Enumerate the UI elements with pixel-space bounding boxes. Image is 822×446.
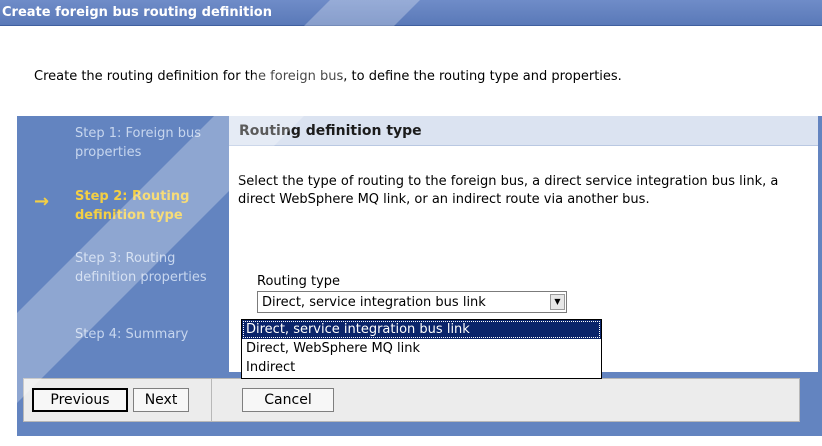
option-direct-mq-link[interactable]: Direct, WebSphere MQ link [242,339,601,358]
section-title: Routing definition type [229,116,818,146]
section-description: Select the type of routing to the foreig… [238,174,779,207]
window-title: Create foreign bus routing definition [0,0,822,26]
option-direct-sib-link[interactable]: Direct, service integration bus link [242,320,601,339]
previous-button[interactable]: Previous [32,388,128,412]
steps-nav: → Step 1: Foreign bus properties Step 2:… [17,116,229,372]
routing-type-dropdown-list: Direct, service integration bus link Dir… [241,319,602,379]
routing-type-label: Routing type [257,274,341,289]
step-3: Step 3: Routing definition properties [75,251,207,285]
wizard-panel: → Step 1: Foreign bus properties Step 2:… [17,116,822,436]
next-button[interactable]: Next [133,388,189,412]
button-divider [211,379,212,421]
right-arrow-icon: → [34,191,50,212]
step-1[interactable]: Step 1: Foreign bus properties [75,124,225,162]
cancel-button[interactable]: Cancel [242,388,334,412]
intro-text: Create the routing definition for the fo… [34,69,622,84]
button-bar: Previous Next Cancel [23,378,800,422]
option-indirect[interactable]: Indirect [242,358,601,377]
chevron-down-icon[interactable]: ▼ [550,294,565,310]
step-4: Step 4: Summary [75,327,189,342]
step-2-current: Step 2: Routing definition type [75,189,190,223]
button-footer: Previous Next Cancel [17,372,822,436]
routing-type-value: Direct, service integration bus link [262,295,486,310]
routing-type-select[interactable]: Direct, service integration bus link ▼ [257,291,567,313]
